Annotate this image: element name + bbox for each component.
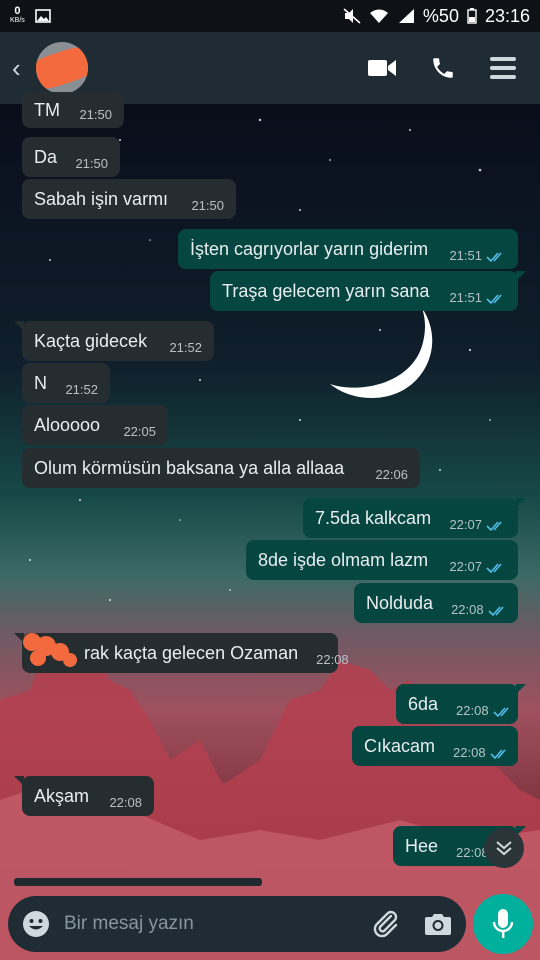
message-text: rak kaçta gelecen Ozaman	[84, 642, 299, 663]
message-bubble-outgoing[interactable]: 6da 22:08	[396, 684, 526, 724]
message-bubble-incoming[interactable]: Kaçta gidecek 21:52	[14, 321, 214, 361]
redaction-scribble	[23, 633, 77, 667]
message-text: 7.5da kalkcam	[315, 507, 432, 528]
message-time: 22:08	[316, 652, 349, 667]
read-ticks-icon	[486, 520, 506, 532]
message-bubble-incoming[interactable]: N 21:52	[22, 363, 110, 403]
message-text: Traşa gelecem yarın sana	[222, 280, 430, 301]
message-text: Nolduda	[366, 592, 434, 613]
message-bubble-outgoing[interactable]: Traşa gelecem yarın sana 21:51	[210, 271, 526, 311]
message-time: 21:50	[191, 198, 224, 213]
message-text: Hee	[405, 835, 439, 856]
network-speed-unit: KB/s	[10, 17, 25, 24]
message-time: 21:51	[449, 248, 482, 263]
message-time: 21:52	[169, 340, 202, 355]
video-call-icon[interactable]	[368, 58, 396, 78]
message-input-bar: Bir mesaj yazın	[8, 896, 466, 952]
message-bubble-outgoing[interactable]: Cıkacam 22:08	[352, 726, 518, 766]
moon-decoration	[330, 308, 433, 398]
message-text: 8de işde olmam lazm	[258, 549, 429, 570]
message-bubble-incoming[interactable]: Da 21:50	[22, 137, 120, 177]
message-time: 22:08	[453, 745, 486, 760]
message-time: 21:50	[79, 107, 112, 122]
message-bubble-incoming[interactable]: Alooooo 22:05	[22, 405, 168, 445]
scroll-to-bottom-button[interactable]	[484, 828, 524, 868]
contact-avatar[interactable]	[36, 42, 88, 94]
header-actions	[368, 55, 516, 81]
partial-message-bubble	[14, 878, 262, 886]
message-text: İşten cagrıyorlar yarın giderim	[190, 238, 429, 259]
attach-icon[interactable]	[372, 910, 400, 938]
message-text: Cıkacam	[364, 735, 436, 756]
double-chevron-down-icon	[496, 841, 512, 856]
message-input[interactable]: Bir mesaj yazın	[64, 913, 348, 935]
read-ticks-icon	[486, 562, 506, 574]
message-bubble-incoming[interactable]: TM 21:50	[22, 92, 124, 128]
read-ticks-icon	[493, 706, 513, 718]
message-time: 22:07	[449, 559, 482, 574]
message-time: 21:51	[449, 290, 482, 305]
message-time: 22:08	[451, 602, 484, 617]
message-bubble-outgoing[interactable]: Nolduda 22:08	[354, 583, 518, 623]
message-text: Sabah işin varmı	[34, 188, 169, 209]
message-bubble-incoming[interactable]: Akşam 22:08	[14, 776, 154, 816]
message-time: 22:05	[123, 424, 156, 439]
message-text: Akşam	[34, 785, 90, 806]
read-ticks-icon	[488, 605, 508, 617]
voice-record-button[interactable]	[473, 894, 533, 954]
back-arrow-icon[interactable]: ‹	[12, 53, 32, 84]
message-time: 21:50	[75, 156, 108, 171]
message-text: TM	[34, 99, 60, 120]
emoji-icon[interactable]	[22, 910, 50, 938]
camera-icon[interactable]	[424, 912, 452, 936]
message-time: 22:06	[375, 467, 408, 482]
signal-icon	[398, 9, 414, 23]
battery-percent: %50	[422, 5, 459, 26]
message-text: Kaçta gidecek	[34, 330, 148, 351]
clock: 23:16	[484, 5, 530, 26]
network-speed: 0 KB/s	[10, 5, 25, 25]
message-bubble-outgoing[interactable]: 7.5da kalkcam 22:07	[303, 498, 526, 538]
message-text: Olum körmüsün baksana ya alla allaaa	[34, 457, 345, 478]
message-time: 22:08	[456, 703, 489, 718]
message-text: 6da	[408, 693, 439, 714]
network-speed-value: 0	[14, 5, 21, 17]
mute-icon	[343, 8, 361, 24]
message-time: 22:07	[449, 517, 482, 532]
status-right: %50 23:16	[343, 6, 530, 27]
read-ticks-icon	[486, 293, 506, 305]
menu-icon[interactable]	[490, 55, 516, 81]
message-time: 21:52	[65, 382, 98, 397]
read-ticks-icon	[486, 251, 506, 263]
phone-icon[interactable]	[430, 55, 456, 81]
message-time: 22:08	[456, 845, 489, 860]
message-text: Da	[34, 146, 58, 167]
status-bar: 0 KB/s %50 23:16	[0, 0, 540, 32]
microphone-icon	[492, 909, 514, 938]
battery-icon	[467, 8, 477, 24]
message-time: 22:08	[109, 795, 142, 810]
read-ticks-icon	[489, 748, 510, 760]
message-bubble-incoming[interactable]: Olum körmüsün baksana ya alla allaaa 22:0…	[22, 448, 420, 488]
message-bubble-incoming[interactable]: Sabah işin varmı 21:50	[22, 179, 236, 219]
message-text: N	[34, 372, 47, 393]
message-text: Alooooo	[34, 414, 101, 435]
message-bubble-outgoing[interactable]: 8de işde olmam lazm 22:07	[246, 540, 518, 580]
message-bubble-outgoing[interactable]: İşten cagrıyorlar yarın giderim 21:51	[178, 229, 518, 269]
status-left: 0 KB/s	[10, 5, 51, 25]
gallery-icon	[34, 9, 51, 23]
wifi-icon	[369, 9, 388, 23]
